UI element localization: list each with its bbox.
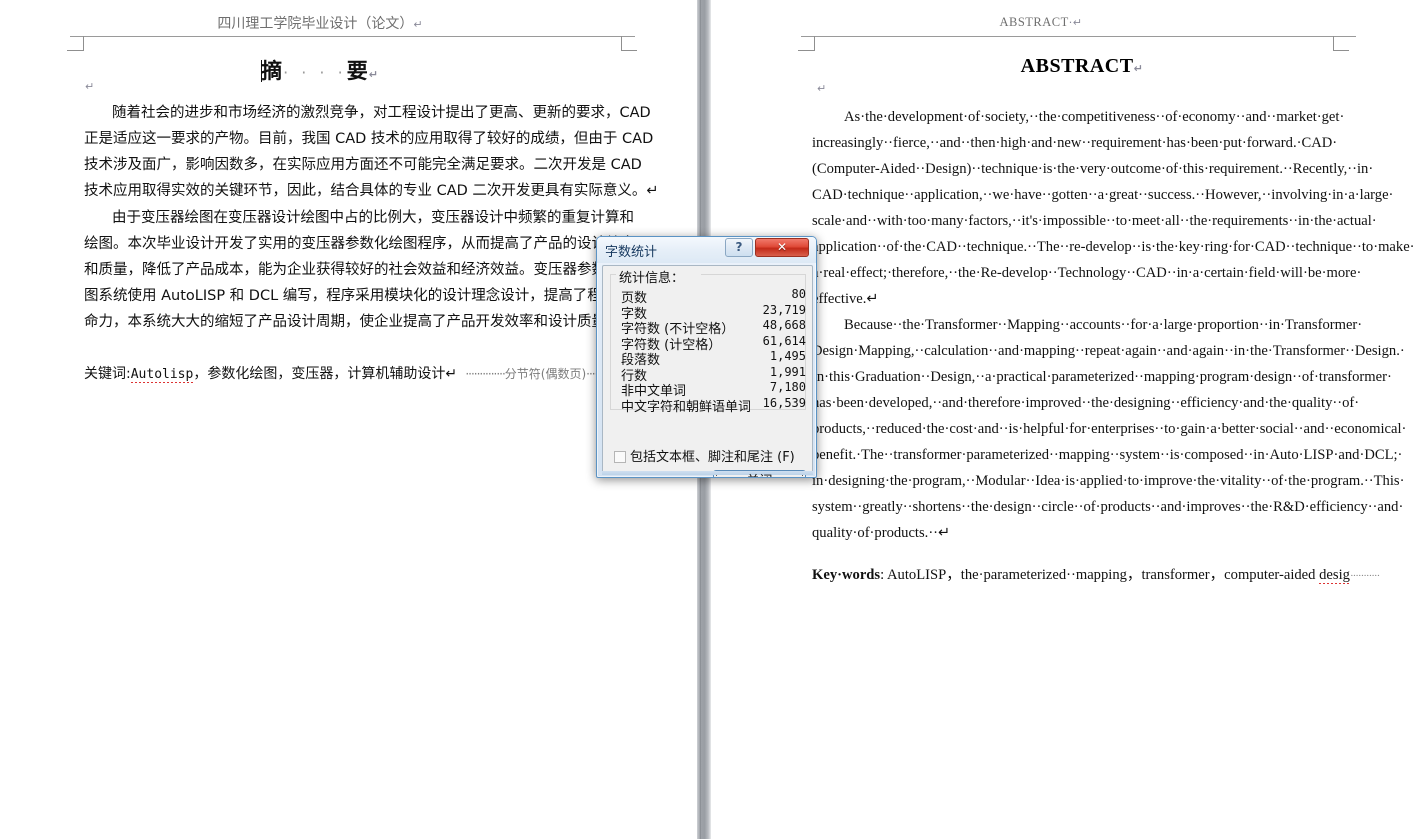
text-line: application··of·the·CAD··technique.··The… bbox=[812, 239, 1415, 255]
include-textboxes-label: 包括文本框、脚注和尾注 (F) bbox=[630, 450, 795, 465]
stat-value: 23,719 bbox=[762, 302, 806, 317]
left-paragraph-2: 由于变压器绘图在变压器设计绘图中占的比例大，变压器设计中频繁的重复计算和 绘图。… bbox=[84, 205, 646, 335]
stat-row: 段落数 1,495 bbox=[621, 349, 806, 368]
dialog-title: 字数统计 bbox=[605, 245, 658, 260]
stat-value: 48,668 bbox=[762, 318, 806, 332]
right-paragraph-1: As·the·development·of·society,··the·comp… bbox=[812, 104, 1415, 312]
header-paragraph-mark: ↵ bbox=[413, 18, 423, 31]
text-line: CAD·technique··application,··we·have··go… bbox=[812, 187, 1394, 203]
keywords-tail-dots: ··········· bbox=[1349, 570, 1380, 582]
include-textboxes-checkbox[interactable] bbox=[614, 451, 626, 463]
group-box-top-right-rule bbox=[701, 274, 806, 275]
stat-value: 80 bbox=[791, 287, 806, 301]
text-line: 技术应用取得实效的关键环节，因此，结合具体的专业 CAD 二次开发更具有实际意义… bbox=[84, 183, 659, 199]
keywords-label: 关键词: bbox=[84, 366, 131, 382]
dialog-bottom-strip bbox=[602, 471, 813, 475]
text-line: 绘图。本次毕业设计开发了实用的变压器参数化绘图程序，从而提高了产品的设计效率 bbox=[84, 236, 635, 252]
close-button-label: 关闭 bbox=[746, 474, 772, 477]
keywords-label: Key·words bbox=[812, 567, 881, 583]
dialog-client-area: 统计信息： 页数 80 字数 23,719 字符数 (不计空格） 48,668 … bbox=[602, 265, 813, 477]
stat-label: 中文字符和朝鲜语单词 bbox=[621, 399, 752, 415]
text-line: 图系统使用 AutoLISP 和 DCL 编写，程序采用模块化的设计理念设计，提… bbox=[84, 288, 646, 304]
stat-row: 页数 80 bbox=[621, 287, 806, 306]
left-page-header: 四川理工学院毕业设计（论文）↵ bbox=[217, 17, 423, 32]
right-page-header: ABSTRACT·↵ bbox=[999, 15, 1083, 29]
stat-row: 行数 1,991 bbox=[621, 364, 806, 384]
text-line: has·been·developed,··and·therefore·impro… bbox=[812, 395, 1360, 411]
text-line: 和质量，降低了产品成本，能为企业获得较好的社会效益和经济效益。变压器参数化绘 bbox=[84, 262, 635, 278]
text-line: a·real·effect;·therefore,··the·Re-develo… bbox=[812, 265, 1362, 281]
include-textboxes-row[interactable]: 包括文本框、脚注和尾注 (F) bbox=[614, 446, 795, 465]
text-line: products,··reduced·the·cost·and··is·help… bbox=[812, 421, 1407, 437]
stat-value: 61,614 bbox=[762, 333, 806, 348]
right-empty-paragraph-mark: ↵ bbox=[817, 82, 827, 95]
stat-row: 非中文单词 7,180 bbox=[621, 380, 806, 399]
text-line: 由于变压器绘图在变压器设计绘图中占的比例大，变压器设计中频繁的重复计算和 bbox=[112, 210, 634, 226]
text-line: As·the·development·of·society,··the·comp… bbox=[844, 109, 1345, 125]
title-paragraph-mark: ↵ bbox=[1133, 62, 1144, 75]
text-line: Because··the·Transformer··Mapping··accou… bbox=[844, 317, 1363, 333]
left-header-rule bbox=[70, 36, 635, 37]
stat-row: 字数 23,719 bbox=[621, 302, 806, 322]
left-paragraph-1: 随着社会的进步和市场经济的激烈竞争，对工程设计提出了更高、更新的要求，CAD 正… bbox=[84, 100, 659, 204]
text-line: 正是适应这一要求的产物。目前，我国 CAD 技术的应用取得了较好的成绩，但由于 … bbox=[84, 131, 654, 147]
group-box-top-left-rule bbox=[610, 274, 616, 275]
document-canvas: 四川理工学院毕业设计（论文）↵ 摘· · · ·要↵ ↵ 随着社会的进步和市场经… bbox=[0, 0, 1416, 839]
text-line: quality·of·products.··↵ bbox=[812, 525, 951, 541]
right-paragraph-2: Because··the·Transformer··Mapping··accou… bbox=[812, 312, 1407, 546]
text-line: In·this·Graduation··Design,··a·practical… bbox=[812, 369, 1392, 385]
keywords-misspelled-word: Autolisp bbox=[130, 367, 194, 384]
right-keywords-line: Key·words: AutoLISP，the·parameterized··m… bbox=[812, 563, 1380, 584]
stat-value: 16,539 bbox=[762, 395, 806, 410]
right-header-rule bbox=[801, 36, 1356, 37]
stat-row: 字符数 (不计空格） 48,668 bbox=[621, 318, 806, 337]
text-line: scale·and··with·too·many·factors,··it's·… bbox=[812, 213, 1377, 229]
close-icon[interactable]: ✕ bbox=[755, 238, 809, 257]
text-line: system··greatly··shortens··the·design··c… bbox=[812, 499, 1404, 515]
right-page-title: ABSTRACT↵ bbox=[1020, 55, 1144, 77]
text-line: Design·Mapping,··calculation··and·mappin… bbox=[812, 343, 1405, 359]
help-icon[interactable]: ? bbox=[725, 238, 753, 257]
text-line: effective.↵ bbox=[812, 291, 879, 307]
keywords-misspelled-word: desig bbox=[1319, 567, 1350, 584]
header-paragraph-mark: ·↵ bbox=[1068, 16, 1083, 29]
keywords-value: : AutoLISP，the·parameterized··mapping，tr… bbox=[880, 567, 1316, 583]
statistics-group-label: 统计信息： bbox=[617, 267, 687, 286]
keywords-rest: ，参数化绘图，变压器，计算机辅助设计↵ bbox=[193, 366, 458, 382]
word-count-dialog[interactable]: 字数统计 ? ✕ 统计信息： 页数 80 字数 23,719 字符数 (不计空格… bbox=[596, 236, 817, 478]
text-line: (Computer-Aided··Design)··technique·is·t… bbox=[812, 161, 1374, 177]
stat-value: 7,180 bbox=[769, 380, 806, 394]
stat-row: 中文字符和朝鲜语单词 16,539 bbox=[621, 395, 806, 415]
stat-value: 1,495 bbox=[769, 349, 806, 363]
left-keywords-line: 关键词:Autolisp，参数化绘图，变压器，计算机辅助设计↵ ········… bbox=[84, 363, 644, 384]
text-line: 随着社会的进步和市场经济的激烈竞争，对工程设计提出了更高、更新的要求，CAD bbox=[112, 105, 651, 121]
text-line: increasingly··fierce,··and··then·high·an… bbox=[812, 135, 1338, 151]
left-page-title: 摘· · · ·要↵ bbox=[261, 59, 379, 83]
text-line: 命力，本系统大大的缩短了产品设计周期，使企业提高了产品开发效率和设计质量。↵ bbox=[84, 314, 633, 330]
page-left[interactable]: 四川理工学院毕业设计（论文）↵ 摘· · · ·要↵ ↵ 随着社会的进步和市场经… bbox=[0, 0, 697, 839]
title-paragraph-mark: ↵ bbox=[368, 68, 379, 81]
stat-value: 1,991 bbox=[769, 364, 806, 379]
text-line: 技术涉及面广，影响因数多，在实际应用方面还不可能完全满足要求。二次开发是 CAD bbox=[84, 157, 642, 173]
text-line: benefit.·The··transformer·parameterized·… bbox=[812, 447, 1403, 463]
left-empty-paragraph-mark: ↵ bbox=[85, 80, 95, 93]
dialog-title-bar[interactable]: 字数统计 ? ✕ bbox=[597, 237, 816, 263]
text-line: in·designing·the·program,··Modular··Idea… bbox=[812, 473, 1405, 489]
stat-row: 字符数 (计空格） 61,614 bbox=[621, 333, 806, 353]
